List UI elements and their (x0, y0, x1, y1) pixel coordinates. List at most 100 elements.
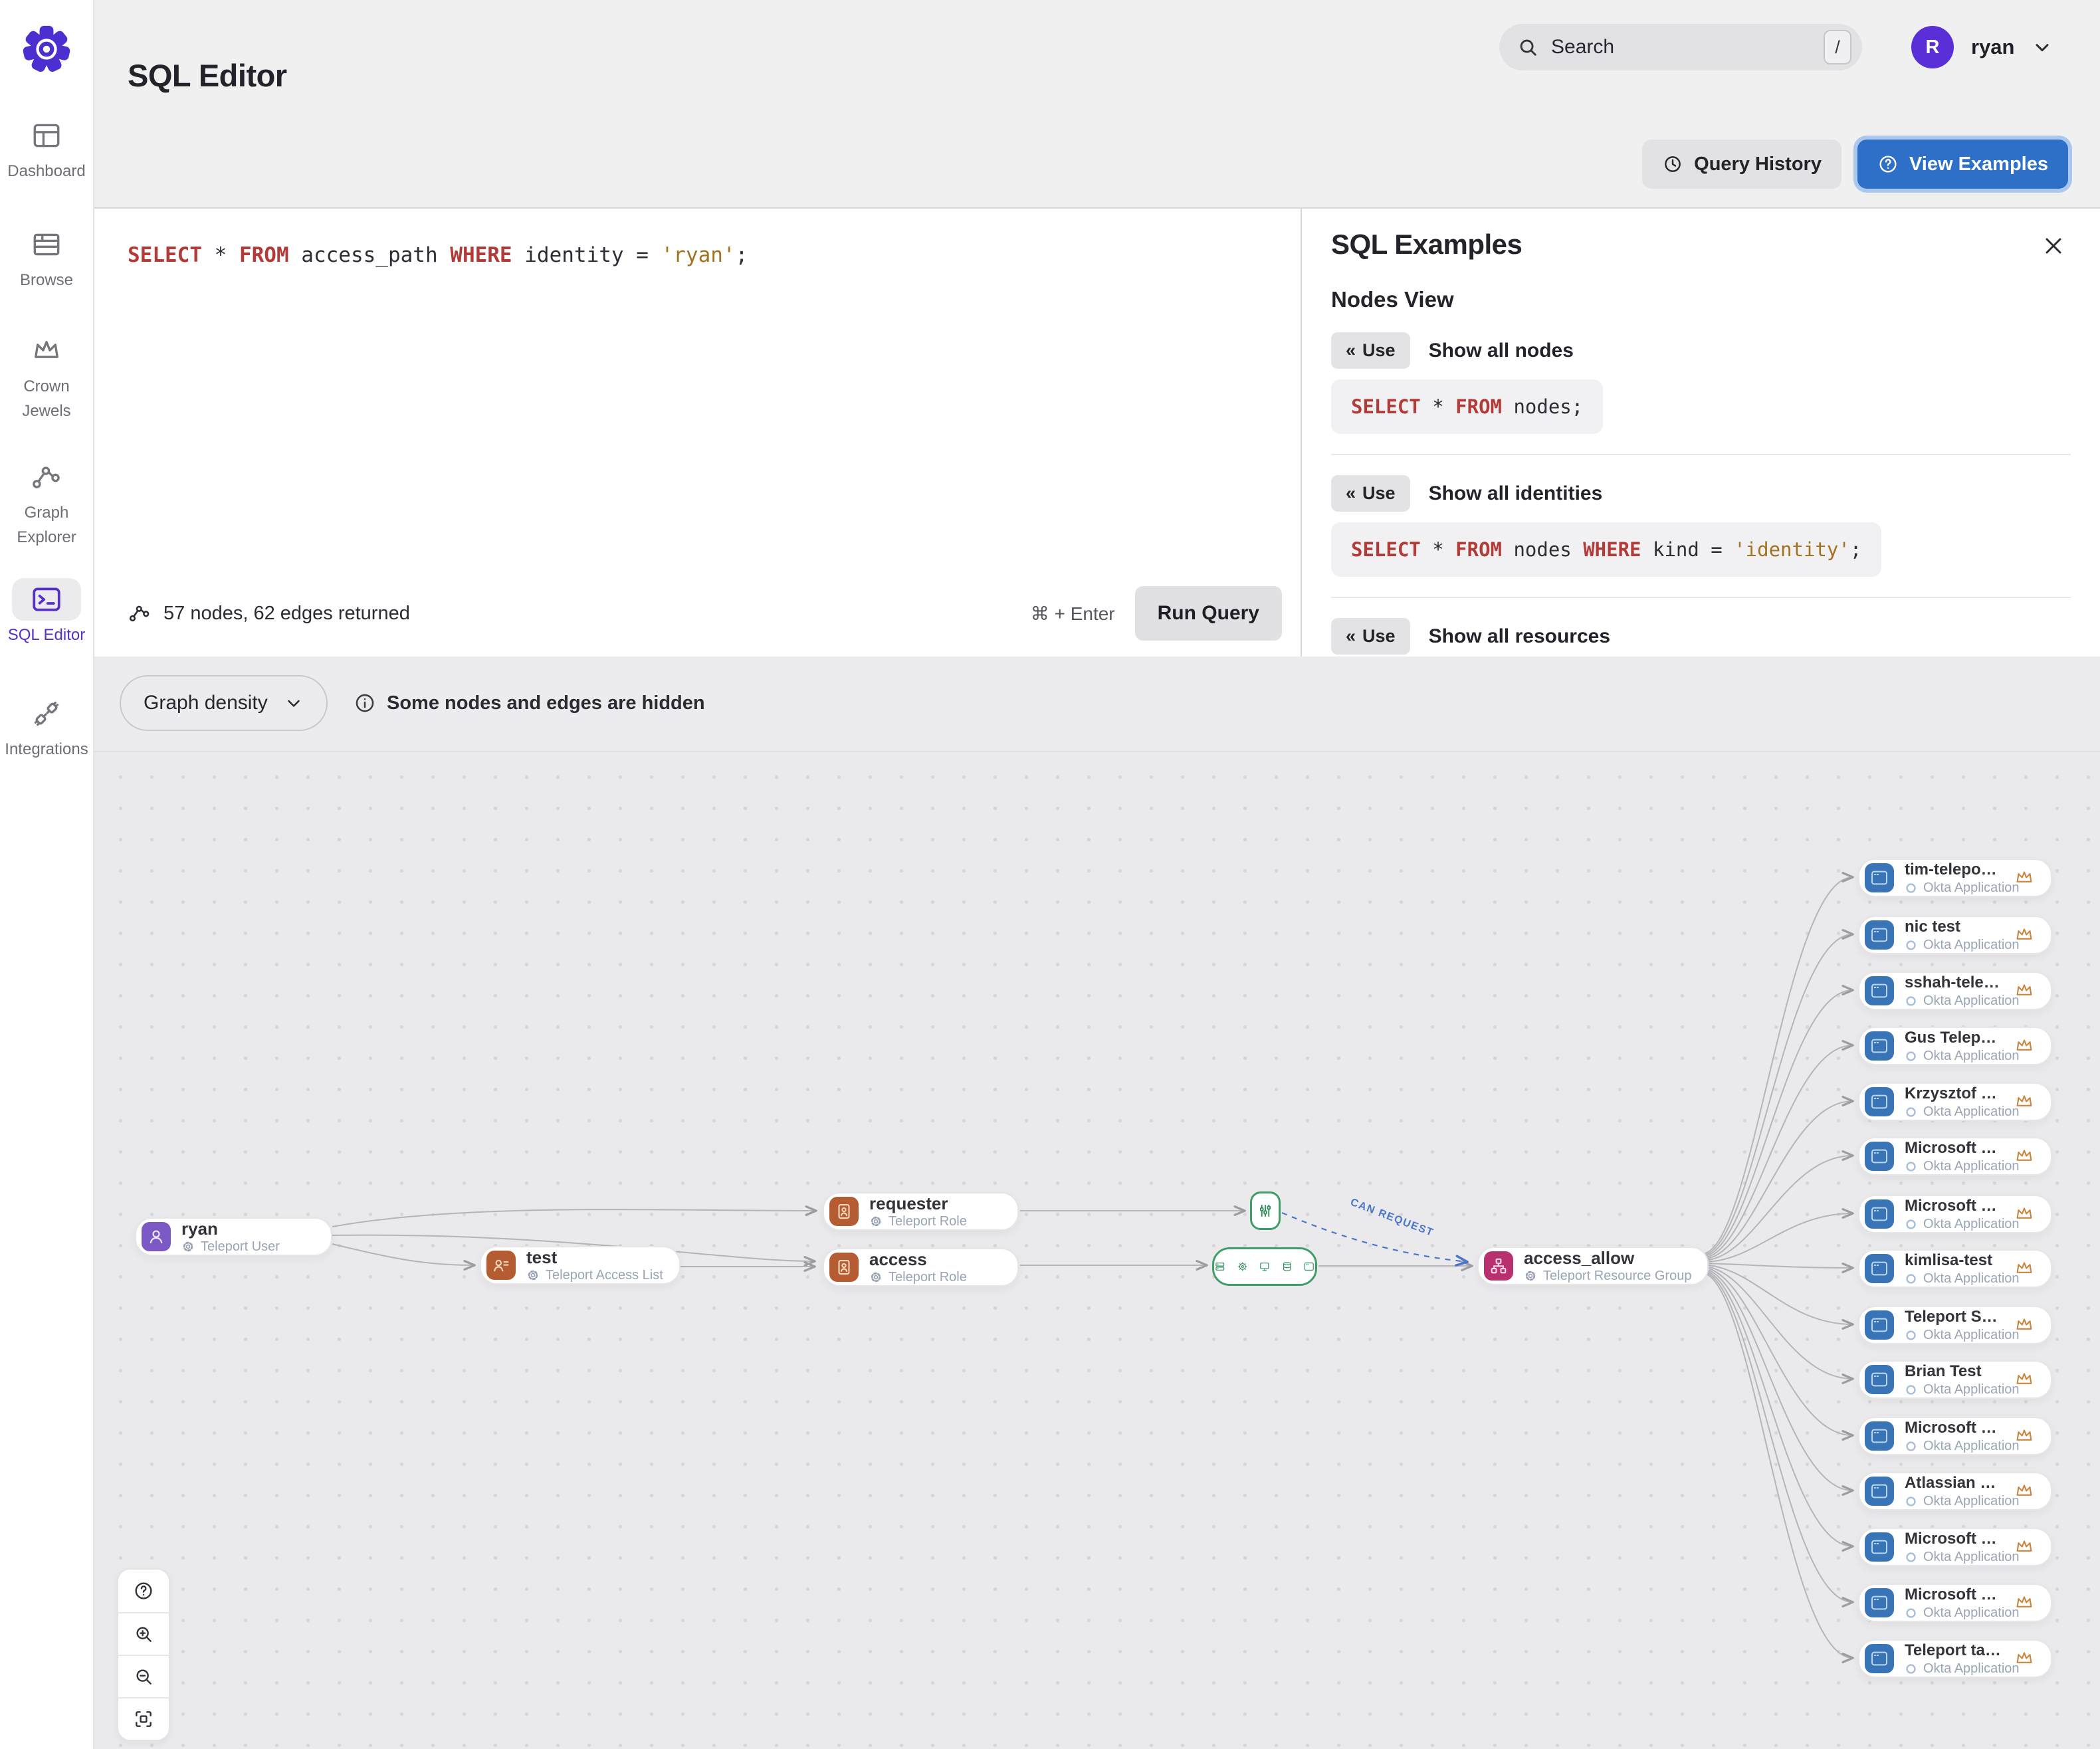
graph-node-okta-app[interactable]: tim-teleport-testOkta Application (1858, 859, 2052, 897)
sliders-icon (1259, 1204, 1271, 1217)
sidebar-item-browse[interactable]: Browse (0, 223, 93, 290)
crown-jewel-icon[interactable] (2014, 1481, 2035, 1502)
crown-icon (2016, 1429, 2032, 1441)
crown-jewel-icon[interactable] (2014, 1648, 2035, 1669)
graph-node-resources-g2[interactable] (1212, 1247, 1317, 1286)
use-example-button[interactable]: «Use (1331, 618, 1410, 655)
okta-ring-icon (1906, 1273, 1916, 1284)
graph-node-okta-app[interactable]: Krzysztof OIDC SSO AppOkta Application (1858, 1082, 2052, 1121)
app-window-icon (1871, 1651, 1888, 1666)
zoom-out-icon (136, 1669, 152, 1685)
graph-node-okta-app[interactable]: Atlassian Jira ServerOkta Application (1858, 1472, 2052, 1510)
zoom-out-button[interactable] (118, 1655, 169, 1697)
crown-jewel-icon[interactable] (2014, 1203, 2035, 1225)
app-logo-gear-icon[interactable] (21, 23, 72, 76)
graph-node-okta-app[interactable]: Microsoft Office 365Okta Application (1858, 1584, 2052, 1622)
graph-node-okta-app[interactable]: Teleport tag2-nodeOkta Application (1858, 1639, 2052, 1678)
okta-ring-icon (1906, 1552, 1916, 1562)
graph-node-okta-app[interactable]: nic test Okta Application (1858, 916, 2052, 954)
search-input[interactable]: Search / (1499, 24, 1862, 70)
graph-node-access[interactable]: access Teleport Role (823, 1248, 1019, 1286)
crown-icon (2016, 984, 2032, 995)
access-list-icon (494, 1259, 509, 1272)
crown-jewel-icon[interactable] (2014, 1369, 2035, 1390)
sidebar-item-crown-jewels[interactable]: Crown Jewels (0, 330, 93, 421)
crown-jewel-icon[interactable] (2014, 1258, 2035, 1279)
graph-edges (332, 872, 1854, 1663)
sidebar-item-dashboard[interactable]: Dashboard (0, 114, 93, 181)
graph-node-okta-app[interactable]: kimlisa-test Okta Application (1858, 1249, 2052, 1288)
crown-jewel-icon[interactable] (2014, 1035, 2035, 1057)
crown-icon (2016, 1652, 2032, 1663)
graph-node-okta-app[interactable]: Microsoft Office 365Okta Application (1858, 1195, 2052, 1233)
close-icon (2046, 238, 2061, 254)
zoom-in-button[interactable] (118, 1612, 169, 1655)
example-label: Show all nodes (1428, 339, 1574, 361)
graph-node-okta-app[interactable]: Brian Test Okta Application (1858, 1360, 2052, 1399)
help-button[interactable] (118, 1570, 169, 1612)
terminal-icon (33, 587, 60, 611)
sidebar-item-integrations[interactable]: Integrations (0, 692, 93, 760)
crown-icon (2016, 871, 2032, 882)
crown-jewel-icon[interactable] (2014, 1425, 2035, 1447)
crown-jewel-icon[interactable] (2014, 1314, 2035, 1336)
okta-ring-icon (1906, 1496, 1916, 1506)
graph-density-dropdown[interactable]: Graph density (120, 675, 328, 731)
header-actions: Query History View Examples (1642, 140, 2068, 189)
okta-ring-icon (1906, 1161, 1916, 1172)
kubernetes-wheel-icon (1237, 1262, 1247, 1271)
app-window-icon (1871, 1207, 1888, 1221)
query-history-button[interactable]: Query History (1642, 140, 1841, 189)
app-window-icon (1871, 928, 1888, 942)
graph-canvas[interactable]: ryan Teleport User test Teleport Access Lis… (93, 751, 2100, 1749)
use-example-button[interactable]: «Use (1331, 475, 1410, 512)
crown-icon (2016, 1318, 2032, 1330)
crown-icon (2016, 928, 2032, 940)
sidebar-item-sql-editor[interactable]: SQL Editor (0, 578, 93, 645)
crown-jewel-icon[interactable] (2014, 1592, 2035, 1613)
graph-node-resources-g1[interactable] (1250, 1191, 1281, 1230)
page-title: SQL Editor (128, 58, 287, 93)
graph-node-access_allow[interactable]: access_allow Teleport Resource Group (1477, 1247, 1709, 1285)
role-icon (838, 1259, 850, 1275)
app-window-icon (1871, 1149, 1888, 1164)
example-row: «Use Show all identities SELECT * FROM nod… (1331, 454, 2071, 577)
graph-node-okta-app[interactable]: Microsoft Office 365Okta Application (1858, 1528, 2052, 1566)
app-window-icon (1871, 1094, 1888, 1109)
graph-node-okta-app[interactable]: Microsoft Office 365Okta Application (1858, 1137, 2052, 1176)
graph-node-test[interactable]: test Teleport Access List (480, 1246, 681, 1285)
crown-jewel-icon[interactable] (2014, 1536, 2035, 1558)
crown-icon (2016, 1095, 2032, 1106)
clock-icon (1665, 156, 1681, 172)
sidebar-item-graph-explorer[interactable]: Graph Explorer (0, 456, 93, 548)
graph-node-okta-app[interactable]: Gus Teleport SAMLOkta Application (1858, 1027, 2052, 1065)
crown-jewel-icon[interactable] (2014, 924, 2035, 946)
crown-jewel-icon[interactable] (2014, 1146, 2035, 1167)
use-example-button[interactable]: «Use (1331, 332, 1410, 369)
crown-jewel-icon[interactable] (2014, 980, 2035, 1001)
okta-ring-icon (1906, 1219, 1916, 1229)
query-history-label: Query History (1694, 153, 1822, 175)
close-examples-button[interactable] (2036, 229, 2071, 263)
crown-icon (2016, 1207, 2032, 1219)
crown-jewel-icon[interactable] (2014, 1091, 2035, 1112)
graph-node-okta-app[interactable]: Teleport SAMLOkta Application (1858, 1306, 2052, 1344)
server-icon (1215, 1263, 1225, 1271)
user-menu[interactable]: R ryan (1911, 24, 2053, 70)
sql-query-text[interactable]: SELECT * FROM access_path WHERE identity… (128, 243, 748, 267)
run-query-button[interactable]: Run Query (1134, 586, 1282, 641)
dashboard-icon (33, 124, 60, 148)
graph-node-ryan[interactable]: ryan Teleport User (135, 1217, 332, 1256)
sql-editor-pane[interactable]: SELECT * FROM access_path WHERE identity… (93, 207, 1301, 657)
crown-jewel-icon[interactable] (2014, 867, 2035, 888)
fit-view-button[interactable] (118, 1697, 169, 1740)
example-row: «Use Show all nodes SELECT * FROM nodes; (1331, 332, 2071, 434)
app-window-icon (1871, 1039, 1888, 1053)
graph-node-okta-app[interactable]: sshah-teleport-saml-idp…Okta Application (1858, 972, 2052, 1010)
graph-node-requester[interactable]: requester Teleport Role (823, 1192, 1019, 1231)
app-window-icon (1871, 1372, 1888, 1387)
view-examples-button[interactable]: View Examples (1857, 140, 2068, 189)
sidebar-item-label: Dashboard (7, 162, 86, 180)
sidebar-item-label: Jewels (22, 402, 71, 420)
graph-node-okta-app[interactable]: Microsoft Office 365Okta Application (1858, 1417, 2052, 1455)
